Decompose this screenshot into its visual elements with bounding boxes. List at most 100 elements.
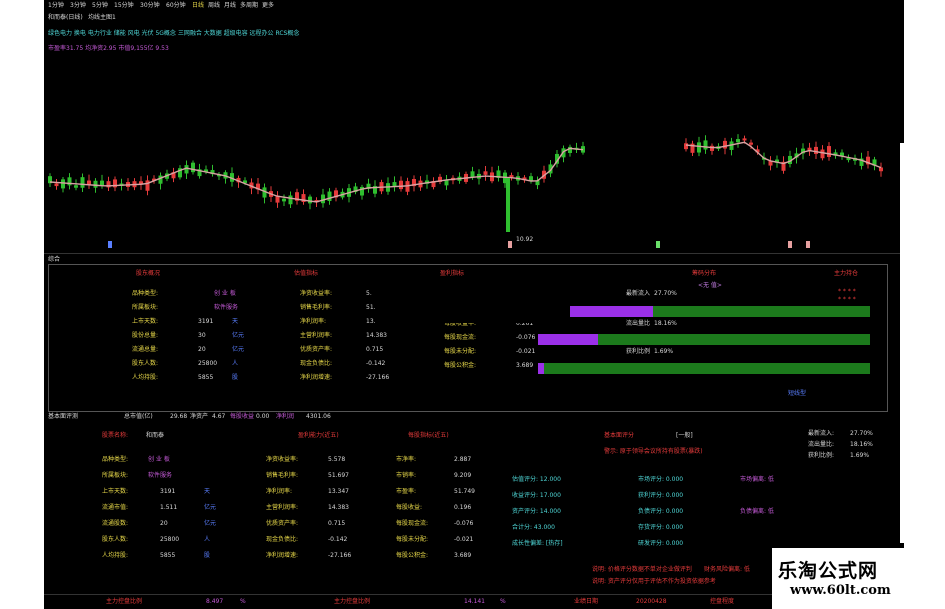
panel2-title: 基本面评测	[48, 413, 79, 420]
p1-mid-label: 销售毛利率:	[300, 304, 333, 311]
p2-ratio-label: 流出量比:	[808, 441, 835, 448]
p2-header-2: 基本面评分	[604, 432, 635, 439]
p1-left-value: 20	[198, 346, 206, 353]
candle-body	[684, 143, 688, 150]
p2-right-value: 2.887	[454, 456, 472, 463]
p2-right-value: -0.021	[454, 536, 474, 543]
p2-mid-label: 销售毛利率:	[266, 472, 299, 479]
candle-body	[158, 175, 163, 184]
p2-right-label: 每股公积金:	[396, 552, 429, 559]
bottom-a-unit: %	[240, 598, 246, 605]
p1-left-value: 25800	[198, 360, 218, 367]
panel1-header-0: 股东概况	[136, 270, 161, 277]
p1-left-label: 品种类型:	[132, 290, 159, 297]
nav-label: 净资产	[190, 413, 209, 420]
p1-mid-label: 主营利润率:	[300, 332, 333, 339]
low-price-label: 10.92	[516, 236, 534, 243]
p2-score: 成长性偏差: [热存]	[512, 540, 563, 547]
ratio-bar-1	[538, 334, 870, 345]
p1-left-value: 5855	[198, 374, 214, 381]
panel1-header-2: 盈利指标	[440, 270, 465, 277]
p2-mid-label: 现金负债比:	[266, 536, 299, 543]
candle-body	[191, 162, 195, 173]
ratio-label-2: 获利比例	[626, 348, 651, 355]
p2-score-right: 研发评分: 0.000	[638, 540, 684, 547]
p1-left-label: 股东人数:	[132, 360, 159, 367]
p1-left-label: 人均持股:	[132, 374, 159, 381]
p2-left-value: 3191	[160, 488, 176, 495]
remark-3: 财务风险偏离: 低	[704, 566, 750, 573]
ratio-value-0: 27.70%	[654, 290, 677, 297]
p1-left-label: 股份总量:	[132, 332, 159, 339]
p2-mid-value: 5.578	[328, 456, 346, 463]
bottom-c-value: 20200428	[636, 598, 667, 605]
stock-label: 股票名称:	[102, 432, 129, 439]
p1-left-unit: 亿元	[232, 332, 245, 339]
p1-mid-value: 0.715	[366, 346, 384, 353]
bottom-a-value: 8.497	[206, 598, 224, 605]
p2-left-value: 5855	[160, 552, 176, 559]
p2-right-label: 每股收益:	[396, 504, 423, 511]
p1-left-unit: 股	[232, 374, 239, 381]
p2-left-value: 创 业 板	[148, 456, 170, 463]
p2-right-value: 9.209	[454, 472, 472, 479]
p2-left-value: 软件服务	[148, 472, 173, 479]
p2-mid-value: -27.166	[328, 552, 352, 559]
p2-ratio-value: 1.69%	[850, 452, 870, 459]
signal-marker	[656, 241, 660, 248]
ratio-value-2: 1.69%	[654, 348, 674, 355]
candle-body	[710, 145, 714, 151]
p1-right-label: 每股公积金:	[444, 362, 477, 369]
cap-value: 29.68	[170, 413, 188, 420]
p2-left-value: 1.511	[160, 504, 178, 511]
remark-2: 说明: 资产评分仅用于评估不作为投资依据参考	[592, 578, 716, 585]
p1-left-label: 所属板块:	[132, 304, 159, 311]
p2-left-label: 流通股数:	[102, 520, 129, 527]
p2-left-unit: 亿元	[204, 520, 217, 527]
remark-1: 说明: 价格评分数据不单对企业做评判	[592, 566, 692, 573]
p2-left-value: 25800	[160, 536, 180, 543]
candle-body	[742, 138, 747, 141]
bottom-c-label: 业绩日期	[574, 598, 599, 605]
p1-right-value: -0.021	[516, 348, 536, 355]
p1-right-label: 每股未分配:	[444, 348, 477, 355]
stock-name: 和而泰	[146, 432, 165, 439]
ratio-label-1: 流出量比	[626, 320, 651, 327]
panel1-foot: 短线型	[788, 390, 807, 397]
watermark-title: 乐淘公式网	[778, 560, 879, 582]
p2-mid-label: 净资收益率:	[266, 456, 299, 463]
p2-header-3: [一般]	[676, 432, 693, 439]
p2-score-right: 存货评分: 0.000	[638, 524, 684, 531]
p2-header-0: 盈利能力(近五)	[298, 432, 339, 439]
p2-left-value: 20	[160, 520, 168, 527]
candle-body	[723, 140, 727, 149]
bottom-b-value: 14.141	[464, 598, 485, 605]
p2-mid-value: 13.347	[328, 488, 349, 495]
p1-right-label: 每股现金流:	[444, 334, 477, 341]
p2-right-value: 51.749	[454, 488, 475, 495]
ratio-value-1: 18.16%	[654, 320, 677, 327]
p2-mid-label: 净利润率:	[266, 488, 293, 495]
p2-mid-label: 净利润增速:	[266, 552, 299, 559]
candle-body	[145, 180, 150, 191]
p2-score: 收益评分: 17.000	[512, 492, 561, 499]
p1-left-unit: 人	[232, 360, 239, 367]
ratio-bar-2	[538, 363, 870, 374]
p2-mid-label: 主营利润率:	[266, 504, 299, 511]
signal-marker	[108, 241, 112, 248]
p2-side-item: 负债偏离: 低	[740, 508, 774, 515]
p1-mid-value: 5.	[366, 290, 372, 297]
panel1-header-4: 主力持仓	[834, 270, 859, 277]
panel1-stars-2: * * * *	[838, 296, 856, 303]
p2-right-label: 市盈率:	[396, 488, 417, 495]
panel1-header-1: 估值指标	[294, 270, 319, 277]
candle-body	[321, 194, 325, 204]
p1-left-value: 3191	[198, 318, 214, 325]
p1-right-value: 3.689	[516, 362, 534, 369]
candle-body	[308, 196, 312, 204]
p2-left-unit: 亿元	[204, 504, 217, 511]
p2-mid-value: -0.142	[328, 536, 348, 543]
candle-body	[703, 140, 708, 150]
candle-body-low	[506, 178, 510, 232]
candle-body	[282, 198, 286, 202]
